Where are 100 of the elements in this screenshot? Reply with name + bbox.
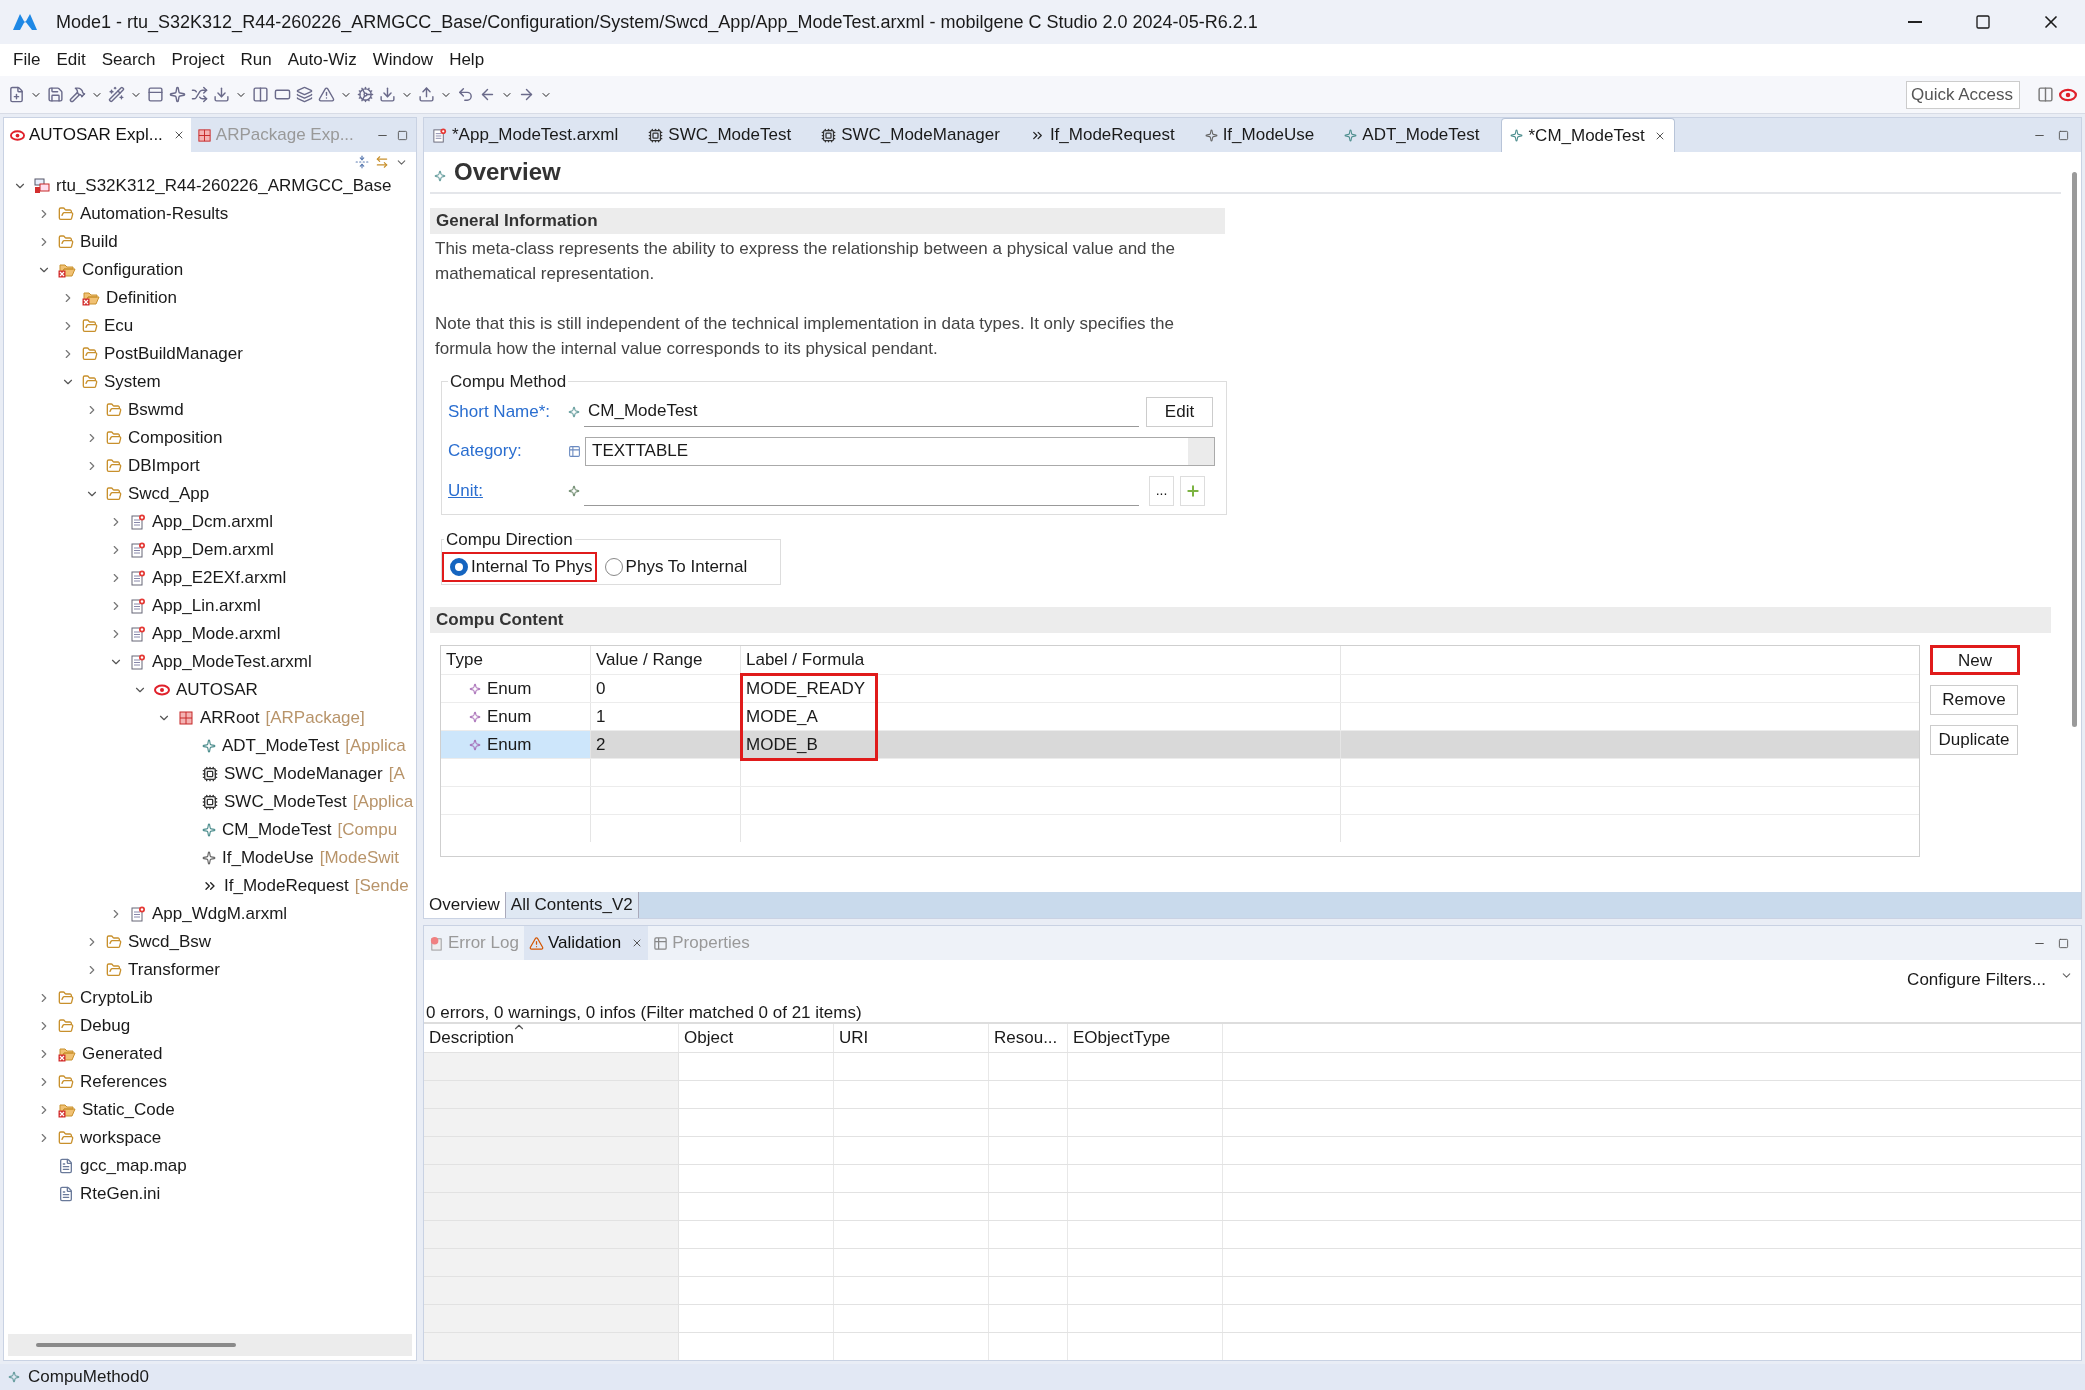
shuffle-icon[interactable] — [191, 86, 208, 103]
upload-icon[interactable] — [418, 86, 435, 103]
menu-item[interactable]: Auto-Wiz — [280, 47, 364, 73]
tree-item[interactable]: App_Lin.arxml — [152, 593, 261, 619]
tree-item[interactable]: Swcd_App — [128, 481, 210, 507]
tree-item[interactable]: App_Mode.arxml — [152, 621, 281, 647]
menu-item[interactable]: Edit — [49, 47, 93, 73]
add-button[interactable] — [1180, 475, 1205, 506]
column-header[interactable]: Resou... — [989, 1024, 1068, 1052]
tree-item[interactable]: Configuration — [82, 257, 184, 283]
save-icon[interactable] — [47, 86, 64, 103]
tree-item[interactable]: Bswmd — [128, 397, 184, 423]
maximize-icon[interactable] — [397, 129, 408, 141]
document-icon — [130, 654, 146, 670]
back-icon[interactable] — [457, 86, 474, 103]
download-icon[interactable] — [213, 86, 230, 103]
tree-item[interactable]: RteGen.ini — [80, 1181, 161, 1207]
gears-icon[interactable] — [357, 86, 374, 103]
editor-tab[interactable]: If_ModeUse — [1196, 118, 1323, 152]
tree-item[interactable]: rtu_S32K312_R44-260226_ARMGCC_Base — [56, 173, 392, 199]
tree-item[interactable]: workspace — [80, 1125, 162, 1151]
maximize-icon[interactable] — [2058, 129, 2069, 141]
download-icon[interactable] — [379, 86, 396, 103]
browse-button[interactable]: ... — [1149, 475, 1174, 506]
maximize-icon[interactable] — [2058, 937, 2069, 949]
editor-tab[interactable]: SWC_ModeManager — [813, 118, 1008, 152]
tree-item[interactable]: CM_ModeTest — [222, 817, 332, 843]
editor-tab[interactable]: *App_ModeTest.arxml — [424, 118, 627, 152]
tree-item[interactable]: Swcd_Bsw — [128, 929, 212, 955]
tree-item[interactable]: Static_Code — [82, 1097, 175, 1123]
action-button[interactable]: Duplicate — [1930, 725, 2018, 755]
tree-item[interactable]: DBImport — [128, 453, 200, 479]
radio-button[interactable] — [450, 558, 468, 576]
arrow-right-icon[interactable] — [518, 86, 535, 103]
tree-item[interactable]: AUTOSAR — [176, 677, 258, 703]
tree-item[interactable]: If_ModeUse — [222, 845, 314, 871]
hammer-icon[interactable] — [69, 86, 86, 103]
warning-icon[interactable] — [318, 86, 335, 103]
layers-icon[interactable] — [296, 86, 313, 103]
menu-item[interactable]: File — [6, 47, 48, 73]
action-button[interactable]: New — [1930, 645, 2020, 675]
configure-filters-link[interactable]: Configure Filters... — [1907, 967, 2046, 993]
collapse-all-icon[interactable] — [355, 155, 369, 169]
menu-item[interactable]: Run — [233, 47, 279, 73]
document-icon — [130, 598, 146, 614]
editor-tab[interactable]: SWC_ModeTest — [640, 118, 800, 152]
tree-item[interactable]: ADT_ModeTest — [222, 733, 340, 759]
action-button[interactable]: Remove — [1930, 685, 2018, 715]
tree-item[interactable]: App_Dcm.arxml — [152, 509, 273, 535]
column-header[interactable]: URI — [834, 1024, 989, 1052]
page-tab[interactable]: All Contents_V2 — [505, 892, 639, 918]
tree-item[interactable]: Ecu — [104, 313, 134, 339]
view-tab[interactable]: Validation — [523, 926, 649, 960]
link-icon[interactable] — [375, 155, 389, 169]
tree-item[interactable]: Generated — [82, 1041, 163, 1067]
tree-item[interactable]: Definition — [106, 285, 177, 311]
wand-icon[interactable] — [108, 86, 125, 103]
editor-tab[interactable]: If_ModeRequest — [1021, 118, 1183, 152]
view-tab[interactable]: AUTOSAR Expl... — [4, 118, 191, 152]
category-dropdown[interactable]: TEXTTABLE — [585, 436, 1215, 466]
sparkle-icon[interactable] — [169, 86, 186, 103]
quick-access-field[interactable]: Quick Access — [1906, 80, 2020, 109]
tree-item[interactable]: App_ModeTest.arxml — [152, 649, 312, 675]
radio-option[interactable]: Phys To Internal — [596, 552, 752, 582]
tree-item[interactable]: References — [80, 1069, 167, 1095]
columns-icon[interactable] — [252, 86, 269, 103]
column-header[interactable]: Description — [424, 1024, 679, 1052]
tree-item[interactable]: SWC_ModeTest — [224, 789, 347, 815]
menu-item[interactable]: Search — [94, 47, 163, 73]
table-row[interactable]: Enum 2 MODE_B — [441, 730, 1919, 758]
menu-item[interactable]: Help — [442, 47, 492, 73]
column-header[interactable]: EObjectType — [1068, 1024, 1223, 1052]
menu-item[interactable]: Project — [164, 47, 232, 73]
editor-tab[interactable]: ADT_ModeTest — [1336, 118, 1488, 152]
tree-item[interactable]: App_WdgM.arxml — [152, 901, 288, 927]
tree-item[interactable]: Build — [80, 229, 118, 255]
panel-icon[interactable] — [147, 86, 164, 103]
unit-link[interactable]: Unit: — [448, 477, 564, 504]
tree-item[interactable]: Transformer — [128, 957, 220, 983]
radio-option[interactable]: Internal To Phys — [442, 552, 597, 582]
tree-item[interactable]: gcc_map.map — [80, 1153, 187, 1179]
tree-item[interactable]: Composition — [128, 425, 223, 451]
editor-tab[interactable]: *CM_ModeTest — [1501, 118, 1675, 152]
tree-item[interactable]: Automation-Results — [80, 201, 229, 227]
table-row[interactable]: Enum 0 MODE_READY — [441, 674, 1919, 702]
tree-item[interactable]: PostBuildManager — [104, 341, 243, 367]
column-header[interactable]: Object — [679, 1024, 834, 1052]
menu-item[interactable]: Window — [365, 47, 441, 73]
page-tab[interactable]: Overview — [424, 892, 506, 918]
tree-item[interactable]: CryptoLib — [80, 985, 153, 1011]
tree-item[interactable]: System — [104, 369, 161, 395]
edit-button[interactable]: Edit — [1146, 396, 1213, 427]
tree-item[interactable]: If_ModeRequest — [224, 873, 349, 899]
tree-item[interactable]: App_Dem.arxml — [152, 537, 274, 563]
tree-item[interactable]: ARRoot — [200, 705, 260, 731]
tree-item[interactable]: App_E2EXf.arxml — [152, 565, 287, 591]
new-file-icon[interactable] — [8, 86, 25, 103]
tree-item[interactable]: Debug — [80, 1013, 131, 1039]
perspective-icon[interactable] — [2037, 86, 2054, 103]
tree-item[interactable]: SWC_ModeManager — [224, 761, 383, 787]
